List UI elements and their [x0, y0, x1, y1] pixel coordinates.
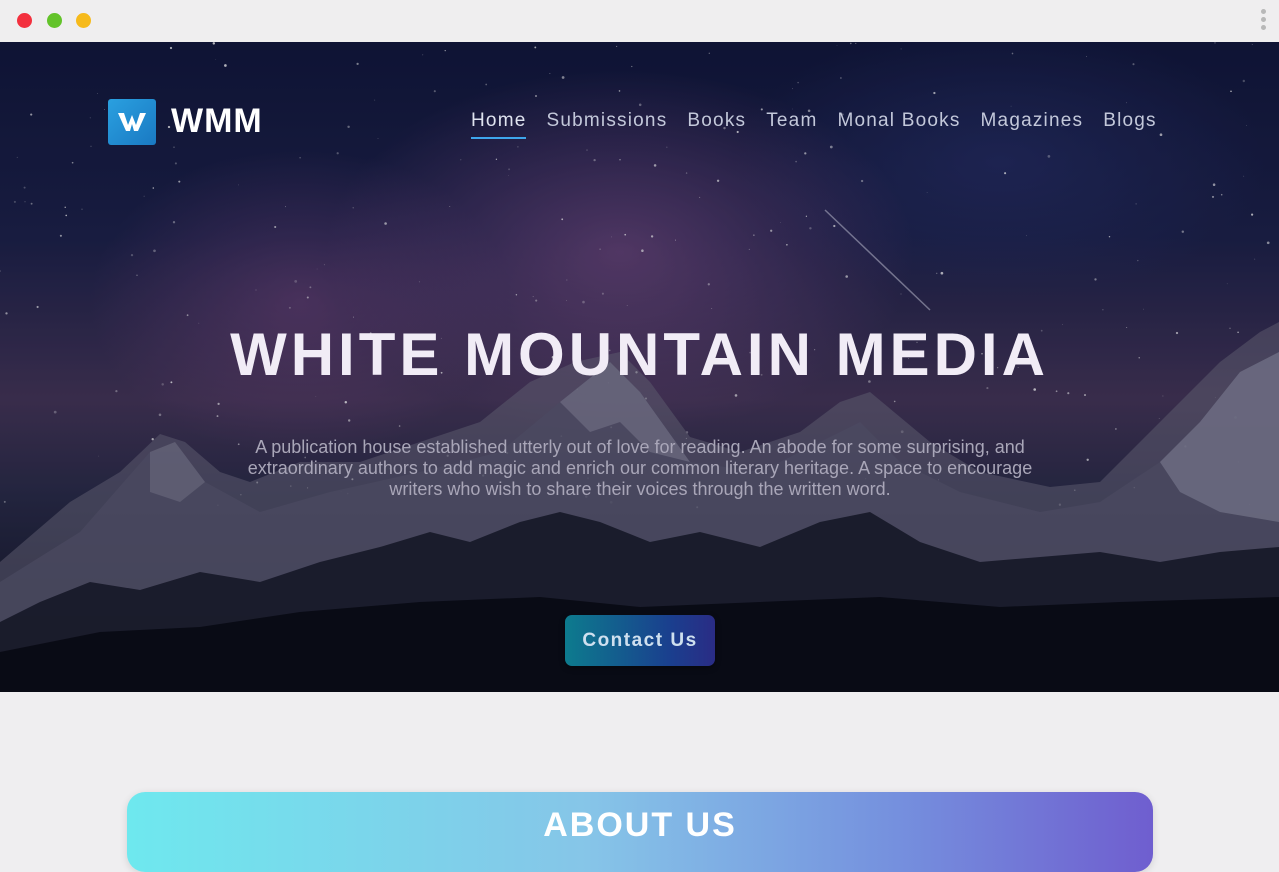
nav-item-blogs[interactable]: Blogs — [1103, 110, 1157, 132]
brand-logo[interactable] — [108, 99, 156, 145]
hero-description: A publication house established utterly … — [247, 437, 1033, 499]
nav-item-submissions[interactable]: Submissions — [546, 110, 667, 132]
hero-section: WMM Home Submissions Books Team Monal Bo… — [0, 42, 1279, 692]
contact-us-button[interactable]: Contact Us — [565, 615, 715, 666]
wmm-logo-icon — [118, 113, 146, 131]
window-minimize-button[interactable] — [47, 13, 62, 28]
main-nav: Home Submissions Books Team Monal Books … — [471, 110, 1177, 139]
about-us-title: ABOUT US — [543, 806, 737, 844]
about-us-section: ABOUT US — [127, 792, 1153, 872]
nav-item-team[interactable]: Team — [766, 110, 817, 132]
kebab-menu-icon[interactable] — [1259, 9, 1267, 33]
brand-name[interactable]: WMM — [171, 102, 263, 141]
nav-item-monal-books[interactable]: Monal Books — [837, 110, 960, 132]
nav-item-books[interactable]: Books — [687, 110, 746, 132]
window-close-button[interactable] — [17, 13, 32, 28]
browser-chrome — [0, 0, 1279, 43]
window-maximize-button[interactable] — [76, 13, 91, 28]
nav-item-magazines[interactable]: Magazines — [981, 110, 1084, 132]
nav-item-home[interactable]: Home — [471, 110, 527, 139]
hero-title: WHITE MOUNTAIN MEDIA — [230, 321, 1049, 388]
